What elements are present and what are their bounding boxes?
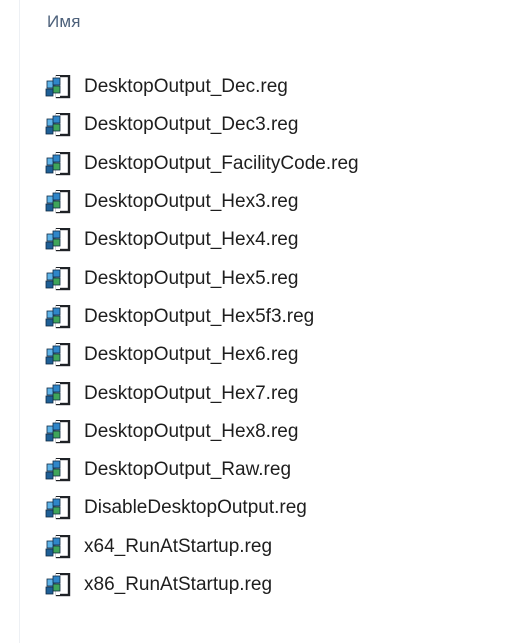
file-name: DesktopOutput_Dec3.reg xyxy=(84,114,299,136)
file-name: DisableDesktopOutput.reg xyxy=(84,497,307,519)
file-name: DesktopOutput_Hex5f3.reg xyxy=(84,305,315,327)
file-name: DesktopOutput_Hex5.reg xyxy=(84,267,299,289)
navigation-pane-edge xyxy=(0,0,20,643)
registry-file-icon xyxy=(44,75,84,99)
file-name: DesktopOutput_Hex7.reg xyxy=(84,382,299,404)
file-item[interactable]: DisableDesktopOutput.reg xyxy=(44,489,359,527)
file-name: x86_RunAtStartup.reg xyxy=(84,574,273,595)
file-item[interactable]: DesktopOutput_Dec3.reg xyxy=(44,106,359,144)
file-name: DesktopOutput_Dec.reg xyxy=(84,76,288,98)
column-header-name[interactable]: Имя xyxy=(47,12,81,32)
file-item[interactable]: DesktopOutput_Hex5f3.reg xyxy=(44,298,359,336)
file-item[interactable]: DesktopOutput_Hex6.reg xyxy=(44,336,359,374)
file-name: DesktopOutput_Hex8.reg xyxy=(84,420,299,442)
registry-file-icon xyxy=(44,304,84,329)
registry-file-icon xyxy=(44,343,84,367)
file-name: DesktopOutput_Hex6.reg xyxy=(84,344,299,366)
registry-file-icon xyxy=(44,190,84,214)
file-item[interactable]: DesktopOutput_Hex3.reg xyxy=(44,183,359,221)
registry-file-icon xyxy=(44,419,84,444)
file-item[interactable]: DesktopOutput_Dec.reg xyxy=(44,68,359,106)
file-name: DesktopOutput_Raw.reg xyxy=(84,459,292,481)
registry-file-icon xyxy=(44,458,84,482)
registry-file-icon xyxy=(44,381,84,406)
registry-file-icon xyxy=(44,228,84,252)
registry-file-icon xyxy=(44,266,84,291)
file-item[interactable]: x64_RunAtStartup.reg xyxy=(44,528,359,566)
file-item[interactable]: x86_RunAtStartup.reg xyxy=(44,566,359,604)
file-item[interactable]: DesktopOutput_Hex8.reg xyxy=(44,413,359,451)
file-item[interactable]: DesktopOutput_Hex7.reg xyxy=(44,374,359,412)
file-name: DesktopOutput_Hex3.reg xyxy=(84,191,299,213)
registry-file-icon xyxy=(44,496,84,520)
file-list: DesktopOutput_Dec.reg DesktopOutput_Dec3… xyxy=(44,68,359,604)
registry-file-icon xyxy=(44,573,84,597)
file-name: DesktopOutput_FacilityCode.reg xyxy=(84,152,359,174)
file-item[interactable]: DesktopOutput_Raw.reg xyxy=(44,451,359,489)
file-name: DesktopOutput_Hex4.reg xyxy=(84,229,299,251)
registry-file-icon xyxy=(44,534,84,559)
file-name: x64_RunAtStartup.reg xyxy=(84,535,273,557)
file-item[interactable]: DesktopOutput_Hex4.reg xyxy=(44,221,359,259)
registry-file-icon xyxy=(44,113,84,137)
file-item[interactable]: DesktopOutput_FacilityCode.reg xyxy=(44,145,359,183)
registry-file-icon xyxy=(44,151,84,176)
file-item[interactable]: DesktopOutput_Hex5.reg xyxy=(44,259,359,297)
